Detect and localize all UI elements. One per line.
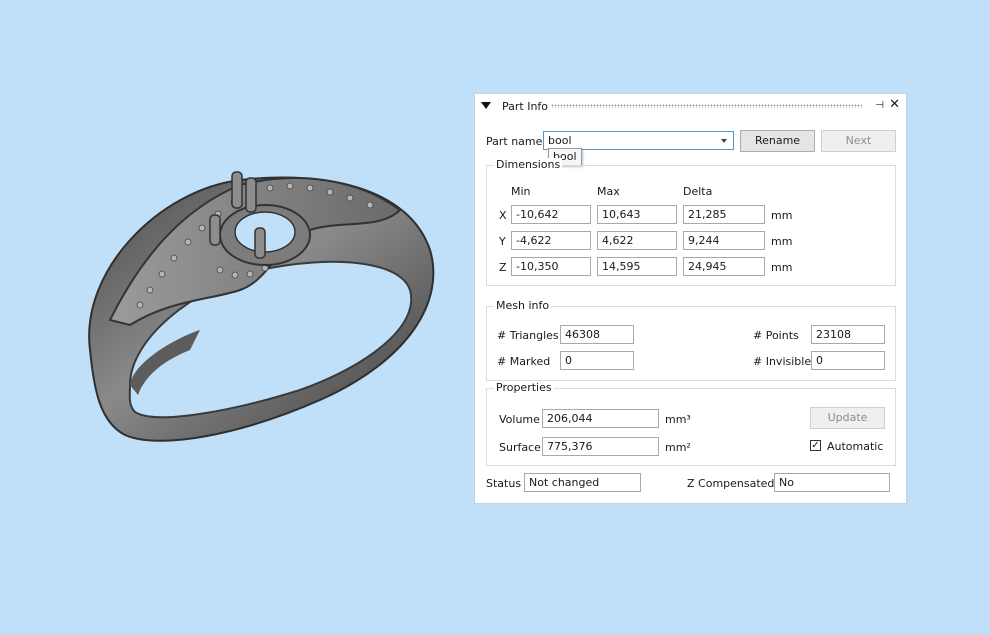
axis-x-label: X (499, 209, 507, 222)
z-compensated-field[interactable]: No (774, 473, 890, 492)
ring-model[interactable] (70, 150, 450, 470)
triangles-field[interactable]: 46308 (560, 325, 634, 344)
y-delta-field[interactable]: 9,244 (683, 231, 765, 250)
points-label: # Points (753, 329, 799, 342)
z-unit: mm (771, 261, 793, 274)
next-button[interactable]: Next (821, 130, 896, 152)
dimensions-title: Dimensions (494, 158, 563, 171)
z-max-field[interactable]: 14,595 (597, 257, 677, 276)
z-delta-field[interactable]: 24,945 (683, 257, 765, 276)
y-min-field[interactable]: -4,622 (511, 231, 591, 250)
update-button[interactable]: Update (810, 407, 885, 429)
rename-button[interactable]: Rename (740, 130, 815, 152)
z-min-field[interactable]: -10,350 (511, 257, 591, 276)
panel-titlebar[interactable]: Part Info ⊣ ✕ (475, 94, 906, 118)
volume-label: Volume (499, 413, 540, 426)
collapse-triangle-icon[interactable] (481, 102, 491, 109)
volume-unit: mm³ (665, 413, 691, 426)
surface-unit: mm² (665, 441, 691, 454)
x-min-field[interactable]: -10,642 (511, 205, 591, 224)
marked-field[interactable]: 0 (560, 351, 634, 370)
chevron-down-icon[interactable] (721, 139, 727, 143)
z-compensated-label: Z Compensated (687, 477, 775, 490)
header-delta: Delta (683, 185, 713, 198)
invisible-field[interactable]: 0 (811, 351, 885, 370)
x-max-field[interactable]: 10,643 (597, 205, 677, 224)
y-unit: mm (771, 235, 793, 248)
properties-title: Properties (494, 381, 554, 394)
dimensions-group: Dimensions Min Max Delta X -10,642 10,64… (486, 158, 896, 286)
x-delta-field[interactable]: 21,285 (683, 205, 765, 224)
triangles-label: # Triangles (497, 329, 559, 342)
axis-z-label: Z (499, 261, 507, 274)
panel-title: Part Info (502, 100, 549, 113)
points-field[interactable]: 23108 (811, 325, 885, 344)
volume-field[interactable]: 206,044 (542, 409, 659, 428)
mesh-info-group: Mesh info # Triangles 46308 # Points 231… (486, 299, 896, 381)
y-max-field[interactable]: 4,622 (597, 231, 677, 250)
automatic-label: Automatic (827, 440, 884, 453)
header-min: Min (511, 185, 531, 198)
part-info-panel: Part Info ⊣ ✕ Part name bool bool Rename… (474, 93, 907, 504)
marked-label: # Marked (497, 355, 551, 368)
surface-field[interactable]: 775,376 (542, 437, 659, 456)
drag-grip[interactable] (551, 104, 862, 108)
header-max: Max (597, 185, 620, 198)
part-name-label: Part name (486, 135, 543, 148)
mesh-info-title: Mesh info (494, 299, 552, 312)
close-icon[interactable]: ✕ (889, 98, 900, 112)
x-unit: mm (771, 209, 793, 222)
axis-y-label: Y (499, 235, 506, 248)
automatic-checkbox[interactable]: ✓ (810, 440, 821, 451)
invisible-label: # Invisible (753, 355, 812, 368)
pin-icon[interactable]: ⊣ (875, 100, 884, 112)
status-label: Status (486, 477, 522, 490)
part-name-value: bool (548, 134, 572, 147)
properties-group: Properties Volume 206,044 mm³ Update Sur… (486, 381, 896, 466)
surface-label: Surface (499, 441, 541, 454)
status-field[interactable]: Not changed (524, 473, 641, 492)
